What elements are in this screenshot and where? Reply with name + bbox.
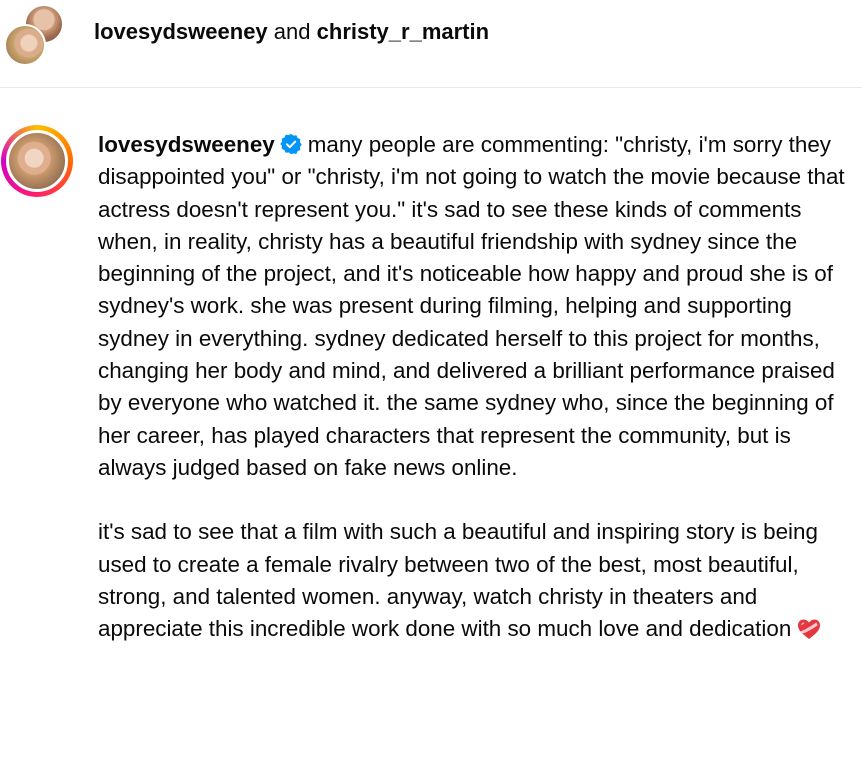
post-caption: lovesydsweeney many people are commenting… <box>98 129 858 645</box>
caption-text-2: it's sad to see that a film with such a … <box>98 519 818 642</box>
story-ring[interactable] <box>1 125 73 197</box>
post-avatar[interactable] <box>6 130 68 192</box>
collab-conjunction: and <box>273 19 311 44</box>
caption-text-1: many people are commenting: "christy, i'… <box>98 132 845 480</box>
verified-badge-icon <box>280 133 302 155</box>
heart-with-ribbon-icon <box>798 619 821 640</box>
collab-username-1[interactable]: lovesydsweeney <box>94 19 268 44</box>
collab-avatars[interactable] <box>4 4 66 66</box>
post-header: lovesydsweeney and christy_r_martin <box>0 0 862 88</box>
collab-username-2[interactable]: christy_r_martin <box>317 19 489 44</box>
collab-title: lovesydsweeney and christy_r_martin <box>94 18 489 46</box>
caption-username[interactable]: lovesydsweeney <box>98 132 275 157</box>
avatar-lovesydsweeney[interactable] <box>4 24 46 66</box>
caption-paragraph-2: it's sad to see that a film with such a … <box>98 516 858 645</box>
caption-paragraph-1: lovesydsweeney many people are commenting… <box>98 129 858 484</box>
